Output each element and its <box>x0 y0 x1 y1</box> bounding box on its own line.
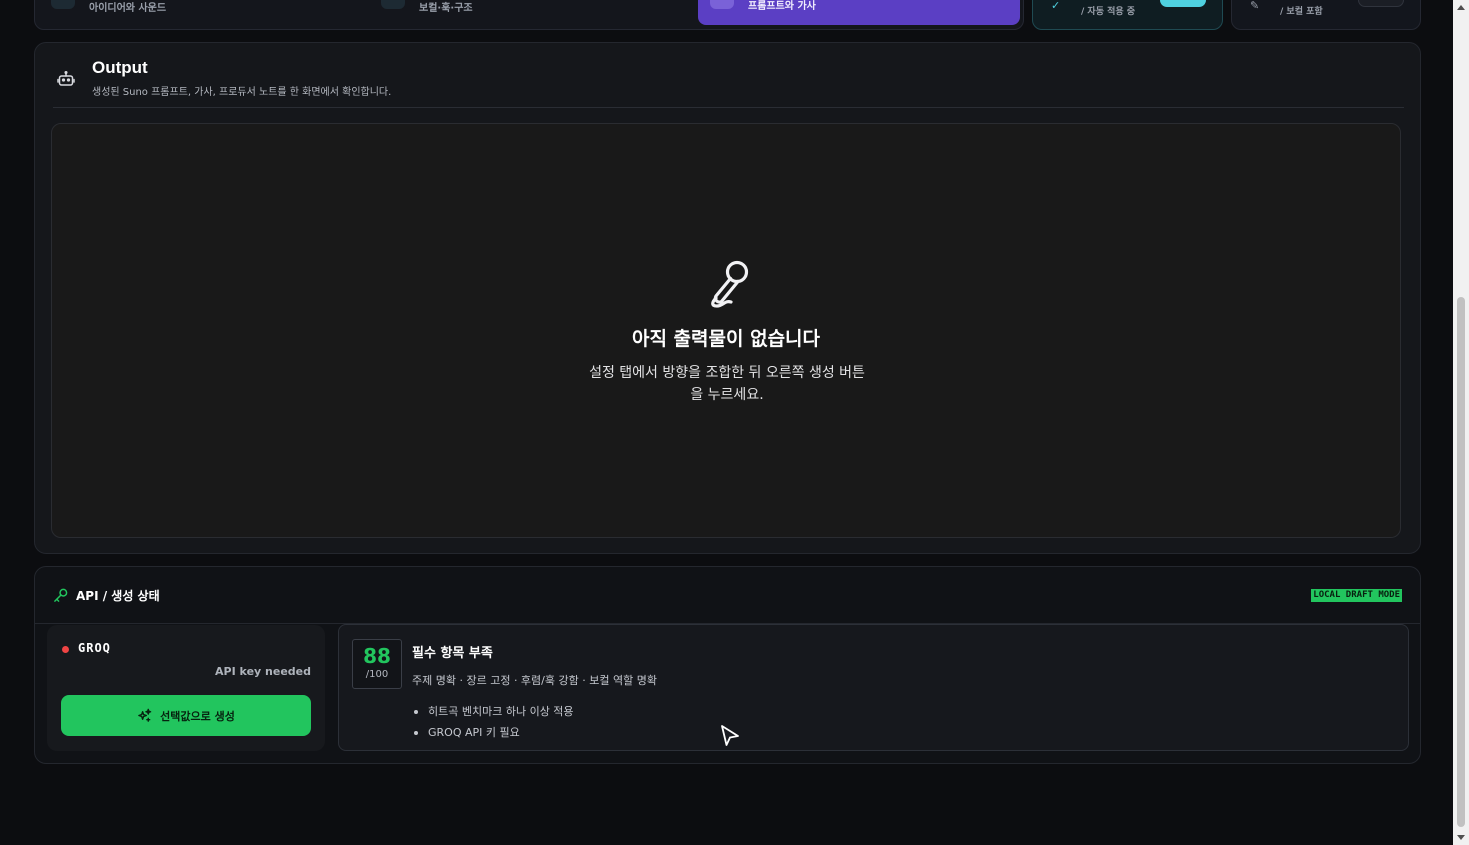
step-label: 보컬·훅·구조 <box>419 3 473 14</box>
generate-button[interactable]: 선택값으로 생성 <box>61 695 311 736</box>
score-badge: 88 /100 <box>352 639 402 689</box>
pen-icon: ✎ <box>1250 0 1260 12</box>
list-item: 히트곡 벤치마크 하나 이상 적용 <box>414 701 574 722</box>
score-value: 88 <box>363 644 391 668</box>
scrollbar-thumb[interactable] <box>1457 297 1465 827</box>
step-label: 프롬프트와 가사 <box>748 1 816 12</box>
step-number-badge <box>381 0 405 9</box>
auto-apply-switch[interactable] <box>1160 0 1206 7</box>
scroll-up-arrow-icon[interactable] <box>1457 5 1465 10</box>
scroll-down-arrow-icon[interactable] <box>1457 835 1465 840</box>
provider-status: API key needed <box>215 665 311 678</box>
sparkle-icon <box>138 708 152 722</box>
mouse-cursor-icon <box>721 725 739 746</box>
status-dot <box>62 646 69 653</box>
missing-items-list: 히트곡 벤치마크 하나 이상 적용 GROQ API 키 필요 <box>414 701 574 743</box>
vocal-switch[interactable] <box>1358 0 1404 7</box>
output-header: Output 생성된 Suno 프롬프트, 가사, 프로듀서 노트를 한 화면에… <box>35 43 1420 109</box>
provider-card: GROQ API key needed 선택값으로 생성 <box>47 625 325 751</box>
score-card: 88 /100 필수 항목 부족 주제 명확 · 장르 고정 · 후렴/훅 강함… <box>338 624 1409 751</box>
mode-badge: LOCAL DRAFT MODE <box>1311 589 1402 602</box>
output-title: Output <box>92 58 148 77</box>
step-number-badge <box>710 0 734 9</box>
divider <box>53 107 1404 108</box>
generate-button-label: 선택값으로 생성 <box>160 709 235 723</box>
vocal-toggle-card: ✎ / 보컬 포함 <box>1231 0 1421 30</box>
step-tab-3-active[interactable]: 프롬프트와 가사 <box>698 0 1020 25</box>
empty-state-title: 아직 출력물이 없습니다 <box>631 328 821 350</box>
step-tab-2[interactable]: 보컬·훅·구조 <box>381 0 473 27</box>
empty-state-description: 설정 탭에서 방향을 조합한 뒤 오른쪽 생성 버튼을 누르세요. <box>589 365 865 403</box>
check-icon: ✓ <box>1051 0 1061 12</box>
auto-apply-toggle-card: ✓ / 자동 적용 중 <box>1032 0 1223 30</box>
list-item: GROQ API 키 필요 <box>414 722 574 743</box>
step-navigation: 아이디어와 사운드 보컬·훅·구조 프롬프트와 가사 <box>34 0 1024 30</box>
step-number-badge <box>51 0 75 9</box>
output-subtitle: 생성된 Suno 프롬프트, 가사, 프로듀서 노트를 한 화면에서 확인합니다… <box>92 87 392 98</box>
page-scrollbar[interactable] <box>1453 0 1469 845</box>
provider-name: GROQ <box>78 641 111 655</box>
score-criteria: 주제 명확 · 장르 고정 · 후렴/훅 강함 · 보컬 역할 명확 <box>412 674 657 687</box>
robot-icon <box>57 70 75 86</box>
toggle-label: / 자동 적용 중 <box>1081 7 1136 17</box>
step-label: 아이디어와 사운드 <box>89 3 167 14</box>
key-icon <box>54 588 68 602</box>
toggle-label: / 보컬 포함 <box>1280 7 1323 17</box>
microphone-icon <box>711 260 749 308</box>
empty-output-area: 아직 출력물이 없습니다 설정 탭에서 방향을 조합한 뒤 오른쪽 생성 버튼을… <box>51 123 1401 538</box>
step-tab-1[interactable]: 아이디어와 사운드 <box>51 0 166 27</box>
output-panel: Output 생성된 Suno 프롬프트, 가사, 프로듀서 노트를 한 화면에… <box>34 42 1421 554</box>
api-title: API / 생성 상태 <box>76 589 160 603</box>
score-max: /100 <box>365 669 389 680</box>
score-title: 필수 항목 부족 <box>412 646 493 661</box>
